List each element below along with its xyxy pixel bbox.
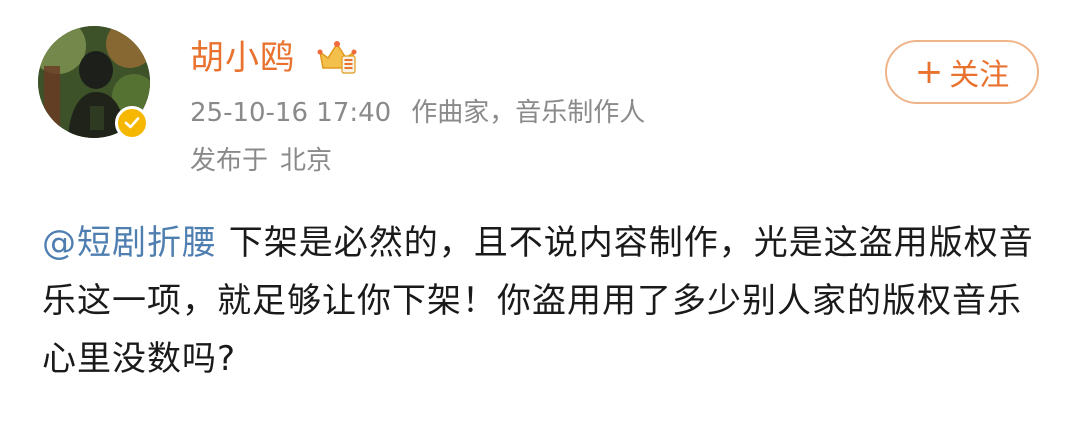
verified-check-icon <box>115 106 149 140</box>
crown-vip-icon[interactable] <box>316 38 358 76</box>
username[interactable]: 胡小鸥 <box>190 36 295 80</box>
post-location: 发布于 北京 <box>190 142 332 180</box>
post-text: @短剧折腰 下架是必然的，且不说内容制作，光是这盗用版权音乐这一项，就足够让你下… <box>42 214 1042 388</box>
post-meta: 25-10-16 17:40 作曲家，音乐制作人 <box>190 94 645 132</box>
mention-link[interactable]: @短剧折腰 <box>42 223 217 263</box>
user-title: 作曲家，音乐制作人 <box>411 98 646 128</box>
follow-button[interactable]: + 关注 <box>885 40 1039 104</box>
plus-icon: + <box>914 52 944 92</box>
post-timestamp: 25-10-16 17:40 <box>190 98 392 128</box>
location-name: 北京 <box>280 146 333 176</box>
weibo-post: 胡小鸥 25-10-16 17:40 作曲家，音乐制作人 发布于 北京 + 关注 @… <box>0 0 1080 444</box>
follow-label: 关注 <box>949 58 1010 93</box>
location-prefix: 发布于 <box>190 146 269 176</box>
